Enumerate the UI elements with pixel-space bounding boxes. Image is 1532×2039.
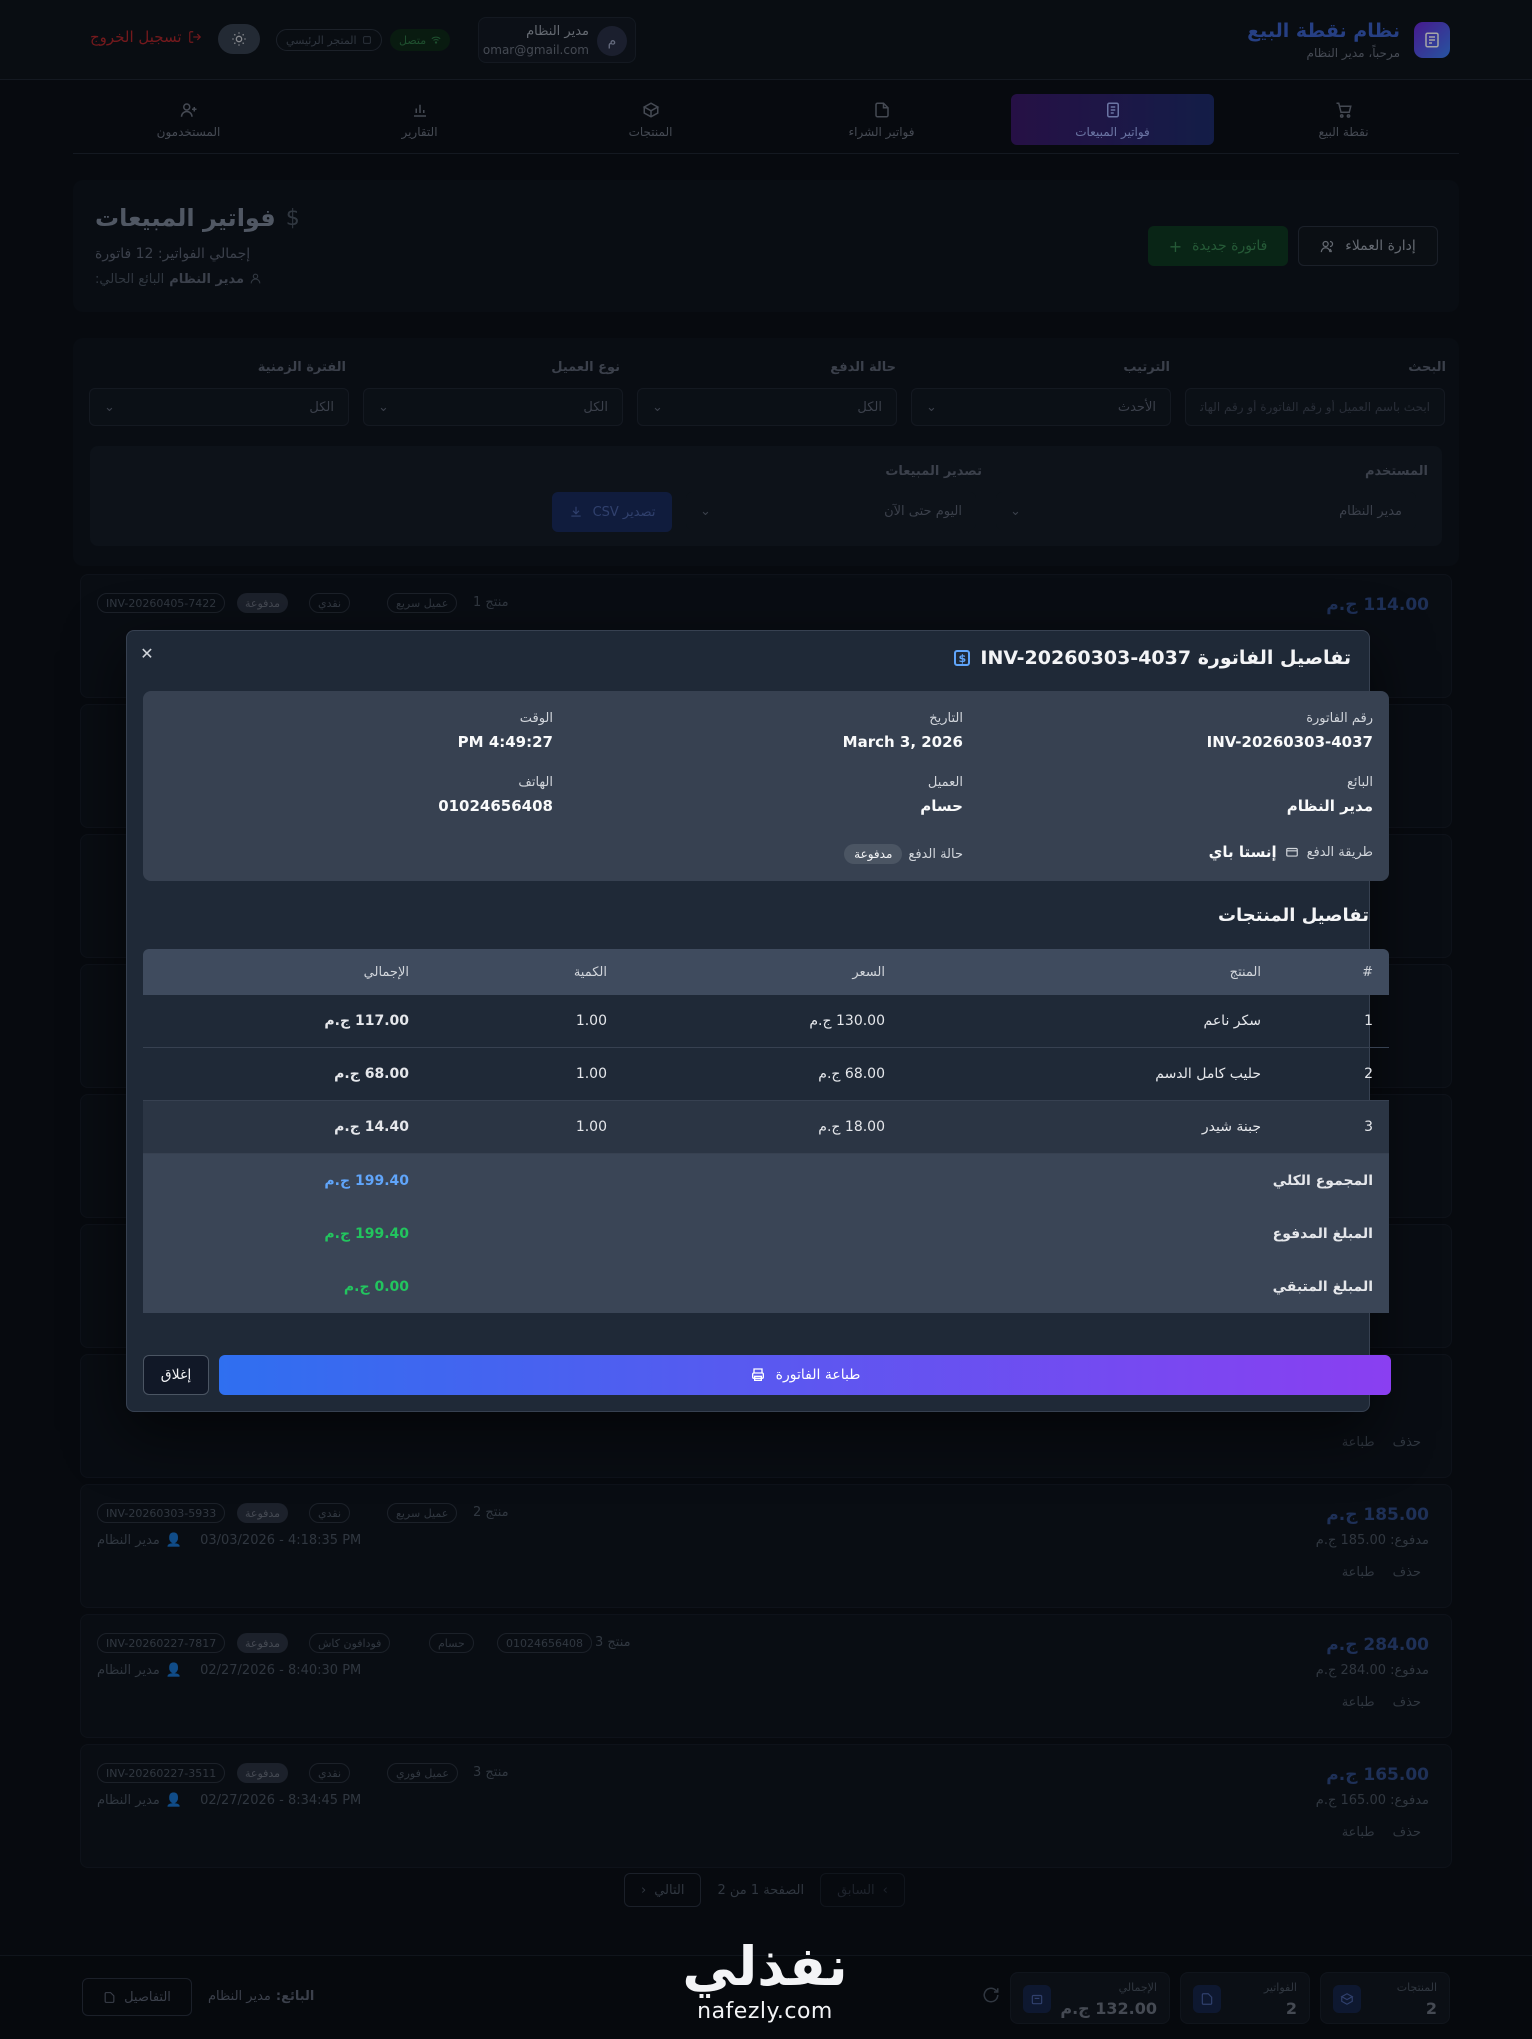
print-invoice-button[interactable]: طباعة الفاتورة: [219, 1355, 1391, 1395]
dollar-icon: $: [954, 650, 971, 666]
grand-total-row: المجموع الكلي 199.40 ج.م: [143, 1154, 1389, 1207]
products-table: # المنتج السعر الكمية الإجمالي 1 سكر ناع…: [143, 949, 1389, 1315]
status-badge: مدفوعة: [844, 844, 903, 864]
col-product: المنتج: [1229, 964, 1261, 980]
col-total: الإجمالي: [363, 964, 409, 980]
col-price: السعر: [852, 964, 885, 980]
time-value: 4:49:27 PM: [457, 733, 553, 751]
paid-row: المبلغ المدفوع 199.40 ج.م: [143, 1207, 1389, 1260]
seller-value: مدير النظام: [1286, 797, 1373, 815]
customer-label: العميل: [927, 775, 963, 790]
date-label: التاريخ: [929, 711, 963, 726]
credit-card-icon: [1285, 847, 1298, 857]
modal-title: تفاصيل الفاتورة INV-20260303-4037 $: [954, 647, 1351, 669]
invoice-info-panel: رقم الفاتورة INV-20260303-4037 التاريخ M…: [143, 691, 1389, 881]
table-row: 1 سكر ناعم 130.00 ج.م 1.00 117.00 ج.م: [143, 995, 1389, 1048]
customer-value: حسام: [920, 797, 963, 815]
payment-method: طريقة الدفع إنستا باي: [1208, 843, 1373, 861]
col-qty: الكمية: [573, 964, 607, 980]
close-button[interactable]: إغلاق: [143, 1355, 209, 1395]
invoice-details-modal: تفاصيل الفاتورة INV-20260303-4037 $ ✕ رق…: [126, 630, 1391, 1412]
date-value: March 3, 2026: [842, 733, 963, 751]
phone-label: الهاتف: [518, 775, 553, 790]
invoice-number-value: INV-20260303-4037: [1206, 733, 1373, 751]
seller-label: البائع: [1347, 775, 1373, 790]
table-header: # المنتج السعر الكمية الإجمالي: [143, 949, 1389, 995]
remaining-row: المبلغ المتبقي 0.00 ج.م: [143, 1260, 1389, 1313]
close-icon[interactable]: ✕: [137, 643, 157, 663]
time-label: الوقت: [519, 711, 553, 726]
table-row: 3 جبنة شيدر 18.00 ج.م 1.00 14.40 ج.م: [143, 1101, 1389, 1154]
watermark-logo: نفذلي nafezly.com: [682, 1935, 848, 2024]
products-section-title: تفاصيل المنتجات: [1217, 905, 1369, 926]
col-num: #: [1362, 964, 1373, 980]
table-row: 2 حليب كامل الدسم 68.00 ج.م 1.00 68.00 ج…: [143, 1048, 1389, 1101]
printer-icon: [751, 1368, 764, 1381]
phone-value: 01024656408: [438, 797, 553, 815]
invoice-number-label: رقم الفاتورة: [1306, 711, 1373, 726]
payment-status: حالة الدفع مدفوعة: [844, 844, 963, 864]
